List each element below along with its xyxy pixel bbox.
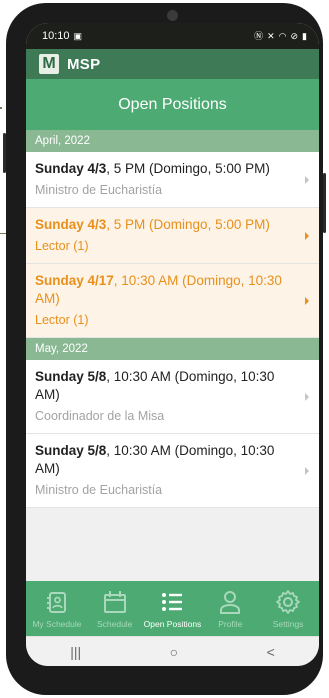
position-row-highlighted[interactable]: Sunday 4/3, 5 PM (Domingo, 5:00 PM) Lect… (26, 208, 319, 264)
calendar-icon (103, 591, 126, 613)
chevron-right-icon (305, 392, 309, 401)
status-time: 10:10 (42, 30, 70, 42)
nfc-icon: Ⓝ (254, 30, 264, 41)
callout-line-top (0, 107, 2, 109)
position-row-highlighted[interactable]: Sunday 4/17, 10:30 AM (Domingo, 10:30 AM… (26, 264, 319, 338)
profile-icon (220, 591, 241, 614)
position-day: Sunday 5/8 (35, 369, 107, 384)
app-name: MSP (67, 55, 101, 73)
tab-schedule[interactable]: Schedule (86, 581, 144, 636)
tab-label: Profile (218, 619, 243, 629)
tab-profile[interactable]: Profile (201, 581, 259, 636)
positions-list: April, 2022 Sunday 4/3, 5 PM (Domingo, 5… (26, 130, 319, 581)
battery-icon: ▮ (302, 30, 307, 41)
position-day: Sunday 4/17 (35, 273, 114, 288)
recents-button[interactable]: ||| (70, 644, 81, 660)
chevron-right-icon (305, 231, 309, 240)
tab-my-schedule[interactable]: My Schedule (28, 581, 86, 636)
tab-label: Open Positions (143, 619, 202, 629)
mute-icon: ✕ (267, 30, 275, 41)
position-time: , 5 PM (Domingo, 5:00 PM) (106, 217, 270, 232)
section-header-label: April, 2022 (35, 135, 90, 147)
gear-icon (276, 590, 300, 614)
position-role: Ministro de Eucharistía (35, 483, 163, 497)
chevron-right-icon (305, 296, 309, 305)
tab-open-positions[interactable]: Open Positions (144, 581, 202, 636)
section-header-april: April, 2022 (26, 130, 319, 152)
gallery-icon: ▣ (73, 30, 83, 41)
front-camera (167, 10, 178, 21)
wifi-icon: ◠ (278, 30, 287, 41)
position-day: Sunday 4/3 (35, 161, 107, 176)
chevron-right-icon (305, 466, 309, 475)
position-role: Lector (1) (35, 239, 89, 253)
position-role: Ministro de Eucharistía (35, 183, 163, 197)
position-title: Sunday 4/3, 5 PM (Domingo, 5:00 PM) (35, 216, 289, 234)
position-title: Sunday 5/8, 10:30 AM (Domingo, 10:30 AM) (35, 442, 289, 478)
status-bar: 10:10 ▣ Ⓝ ✕ ◠ ⊘ ▮ (26, 23, 319, 49)
screen: 10:10 ▣ Ⓝ ✕ ◠ ⊘ ▮ M MSP Open Positions A… (26, 23, 319, 666)
position-role: Coordinador de la Misa (35, 409, 165, 423)
dnd-icon: ⊘ (290, 30, 299, 41)
chevron-right-icon (305, 175, 309, 184)
app-logo: M (39, 54, 59, 74)
section-header-may: May, 2022 (26, 338, 319, 360)
back-button[interactable]: < (267, 644, 275, 660)
my-schedule-icon (46, 592, 66, 613)
position-day: Sunday 4/3 (35, 217, 107, 232)
list-icon (162, 593, 183, 611)
app-bar: M MSP (26, 49, 319, 79)
position-title: Sunday 5/8, 10:30 AM (Domingo, 10:30 AM) (35, 368, 289, 404)
tab-settings[interactable]: Settings (259, 581, 317, 636)
bottom-tab-bar: My Schedule Schedule Open Positions Prof… (26, 581, 319, 636)
position-title: Sunday 4/17, 10:30 AM (Domingo, 10:30 AM… (35, 272, 289, 308)
position-time: , 5 PM (Domingo, 5:00 PM) (106, 161, 270, 176)
position-row[interactable]: Sunday 5/8, 10:30 AM (Domingo, 10:30 AM)… (26, 360, 319, 434)
tab-label: Settings (272, 619, 304, 629)
volume-button (3, 133, 6, 173)
home-button[interactable]: ○ (170, 644, 178, 660)
page-title: Open Positions (118, 95, 227, 113)
tab-label: Schedule (96, 619, 133, 629)
position-role: Lector (1) (35, 313, 89, 327)
position-title: Sunday 4/3, 5 PM (Domingo, 5:00 PM) (35, 160, 289, 178)
position-row[interactable]: Sunday 4/3, 5 PM (Domingo, 5:00 PM) Mini… (26, 152, 319, 208)
position-row[interactable]: Sunday 5/8, 10:30 AM (Domingo, 10:30 AM)… (26, 434, 319, 508)
power-button (323, 173, 326, 233)
position-day: Sunday 5/8 (35, 443, 107, 458)
section-header-label: May, 2022 (35, 343, 88, 355)
phone-frame: 10:10 ▣ Ⓝ ✕ ◠ ⊘ ▮ M MSP Open Positions A… (3, 3, 326, 695)
page-title-bar: Open Positions (26, 79, 319, 130)
android-nav-bar: ||| ○ < (26, 636, 319, 666)
tab-label: My Schedule (32, 619, 82, 629)
